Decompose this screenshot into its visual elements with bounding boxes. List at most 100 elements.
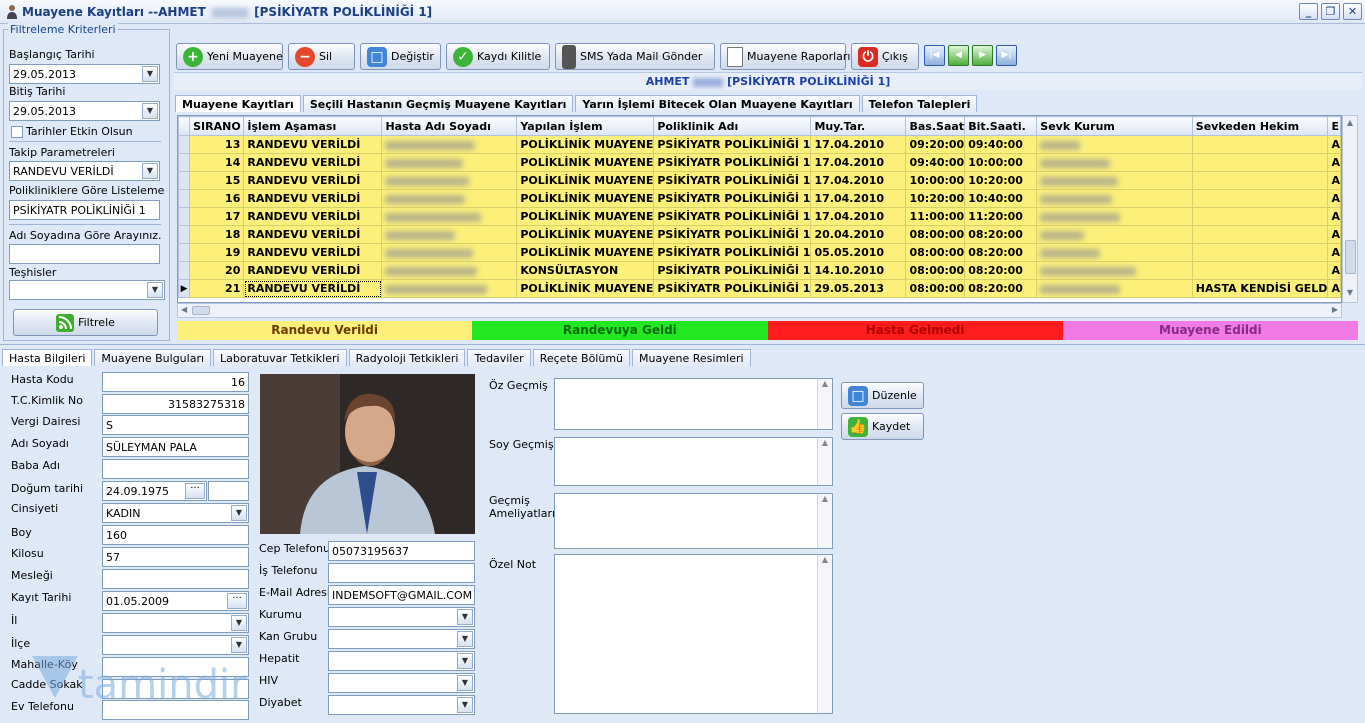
cell-referring-doctor[interactable] [1191, 261, 1329, 280]
diabetes-select[interactable]: ▼ [328, 695, 475, 715]
family-history-textarea[interactable]: ▲ [554, 437, 833, 486]
table-row[interactable]: 20 RANDEVU VERİLDİ KONSÜLTASYON PSİKİYATR P… [178, 261, 1341, 280]
cell-end-time[interactable]: 10:40:00 [964, 189, 1038, 208]
edit-button[interactable]: □ Düzenle [841, 382, 924, 409]
tc-field[interactable]: 31583275318 [102, 394, 249, 414]
birth-date-field[interactable]: 24.09.1975 ··· [102, 481, 207, 501]
cell-exam-date[interactable]: 17.04.2010 [810, 153, 907, 172]
cell-extra[interactable]: A [1327, 153, 1341, 172]
filter-button[interactable]: Filtrele [13, 309, 158, 336]
cell-sirano[interactable]: 16 [189, 189, 245, 208]
cell-start-time[interactable]: 08:00:00 [905, 261, 966, 280]
cell-referral-institution[interactable] [1036, 153, 1193, 172]
cell-referring-doctor[interactable] [1191, 171, 1329, 190]
scroll-thumb[interactable] [1345, 240, 1356, 274]
cell-patient-name[interactable] [381, 135, 518, 154]
cell-end-time[interactable]: 08:20:00 [964, 279, 1038, 298]
tab-exam-records[interactable]: Muayene Kayıtları [175, 95, 301, 112]
table-row[interactable]: 15 RANDEVU VERİLDİ POLİKLİNİK MUAYENE PSİKİ… [178, 171, 1341, 190]
cell-start-time[interactable]: 08:00:00 [905, 225, 966, 244]
cell-start-time[interactable]: 09:40:00 [905, 153, 966, 172]
new-exam-button[interactable]: + Yeni Muayene [176, 43, 283, 70]
cell-stage[interactable]: RANDEVU VERİLDİ [243, 171, 383, 190]
cell-stage[interactable]: RANDEVU VERİLDİ [243, 243, 383, 262]
row-header[interactable] [178, 243, 191, 262]
cell-clinic[interactable]: PSİKİYATR POLİKLİNİĞİ 1 [653, 243, 812, 262]
cell-start-time[interactable]: 10:20:00 [905, 189, 966, 208]
mobile-field[interactable]: 05073195637 [328, 541, 475, 561]
scroll-thumb[interactable] [192, 306, 210, 315]
prev-record-button[interactable]: ◀ [948, 45, 969, 66]
cell-exam-date[interactable]: 14.10.2010 [810, 261, 907, 280]
chevron-down-icon[interactable]: ▼ [457, 697, 473, 713]
cell-referring-doctor[interactable] [1191, 243, 1329, 262]
cell-exam-date[interactable]: 29.05.2013 [810, 279, 907, 298]
chevron-down-icon[interactable]: ▼ [457, 631, 473, 647]
tab-exam-images[interactable]: Muayene Resimleri [632, 349, 751, 366]
column-header[interactable]: Yapılan İşlem [516, 116, 655, 136]
cell-extra[interactable]: A [1327, 189, 1341, 208]
column-header[interactable]: Sevk Kurum [1036, 116, 1193, 136]
save-button[interactable]: 👍 Kaydet [841, 413, 924, 440]
chevron-down-icon[interactable]: ▼ [142, 163, 158, 179]
follow-params-select[interactable]: RANDEVU VERİLDİ ▼ [9, 161, 160, 181]
tab-past-exams[interactable]: Seçili Hastanın Geçmiş Muayene Kayıtları [302, 95, 574, 112]
exam-records-grid[interactable]: SIRANO İşlem Aşaması Hasta Adı Soyadı Ya… [177, 115, 1342, 303]
last-record-button[interactable]: ▶| [996, 45, 1017, 66]
special-note-textarea[interactable]: ▲ [554, 554, 833, 714]
chevron-down-icon[interactable]: ▼ [231, 505, 247, 521]
lock-record-button[interactable]: ✓ Kaydı Kilitle [446, 43, 550, 70]
cell-start-time[interactable]: 08:00:00 [905, 279, 966, 298]
cell-start-time[interactable]: 11:00:00 [905, 207, 966, 226]
cell-procedure[interactable]: POLİKLİNİK MUAYENE [516, 225, 655, 244]
cell-patient-name[interactable] [381, 279, 518, 298]
cell-referring-doctor[interactable] [1191, 207, 1329, 226]
gender-select[interactable]: KADIN ▼ [102, 503, 249, 523]
cell-extra[interactable]: A [1327, 207, 1341, 226]
cell-clinic[interactable]: PSİKİYATR POLİKLİNİĞİ 1 [653, 153, 812, 172]
cell-extra[interactable]: A [1327, 279, 1341, 298]
cell-clinic[interactable]: PSİKİYATR POLİKLİNİĞİ 1 [653, 189, 812, 208]
chevron-down-icon[interactable]: ▼ [231, 637, 247, 653]
chevron-down-icon[interactable]: ▼ [457, 653, 473, 669]
hiv-select[interactable]: ▼ [328, 673, 475, 693]
row-header[interactable]: ▶ [178, 279, 191, 298]
email-field[interactable]: INDEMSOFT@GMAIL.COM [328, 585, 475, 605]
name-search-input[interactable] [9, 244, 160, 264]
cell-stage[interactable]: RANDEVU VERİLDİ [243, 135, 383, 154]
cell-patient-name[interactable] [381, 243, 518, 262]
tax-office-field[interactable]: S [102, 415, 249, 435]
dates-active-checkbox[interactable] [11, 126, 23, 138]
chevron-down-icon[interactable]: ▼ [457, 675, 473, 691]
cell-referral-institution[interactable] [1036, 135, 1193, 154]
chevron-down-icon[interactable]: ▼ [457, 609, 473, 625]
row-header[interactable] [178, 153, 191, 172]
tab-radiology-tests[interactable]: Radyoloji Tetkikleri [348, 349, 466, 366]
grid-vertical-scrollbar[interactable]: ▲ ▼ [1342, 115, 1358, 303]
minimize-button[interactable]: _ [1299, 3, 1318, 20]
column-header[interactable]: E [1327, 116, 1341, 136]
cell-referral-institution[interactable] [1036, 243, 1193, 262]
table-row[interactable]: 18 RANDEVU VERİLDİ POLİKLİNİK MUAYENE PSİKİ… [178, 225, 1341, 244]
cell-clinic[interactable]: PSİKİYATR POLİKLİNİĞİ 1 [653, 135, 812, 154]
cell-procedure[interactable]: POLİKLİNİK MUAYENE [516, 207, 655, 226]
row-header[interactable] [178, 207, 191, 226]
cell-exam-date[interactable]: 17.04.2010 [810, 207, 907, 226]
job-field[interactable] [102, 569, 249, 589]
cell-exam-date[interactable]: 17.04.2010 [810, 171, 907, 190]
cell-procedure[interactable]: POLİKLİNİK MUAYENE [516, 279, 655, 298]
cell-end-time[interactable]: 10:20:00 [964, 171, 1038, 190]
tab-exam-findings[interactable]: Muayene Bulguları [94, 349, 212, 366]
row-header[interactable] [178, 171, 191, 190]
cell-patient-name[interactable] [381, 189, 518, 208]
change-button[interactable]: □ Değiştir [360, 43, 441, 70]
tab-prescription[interactable]: Reçete Bölümü [532, 349, 631, 366]
cell-patient-name[interactable] [381, 171, 518, 190]
cell-extra[interactable]: A [1327, 135, 1341, 154]
cell-referral-institution[interactable] [1036, 207, 1193, 226]
cell-stage[interactable]: RANDEVU VERİLDİ [243, 261, 383, 280]
clinic-input[interactable]: PSİKİYATR POLİKLİNİĞİ 1 [9, 200, 160, 220]
scroll-down-icon[interactable]: ▼ [1344, 288, 1356, 300]
work-phone-field[interactable] [328, 563, 475, 583]
cell-referring-doctor[interactable] [1191, 153, 1329, 172]
